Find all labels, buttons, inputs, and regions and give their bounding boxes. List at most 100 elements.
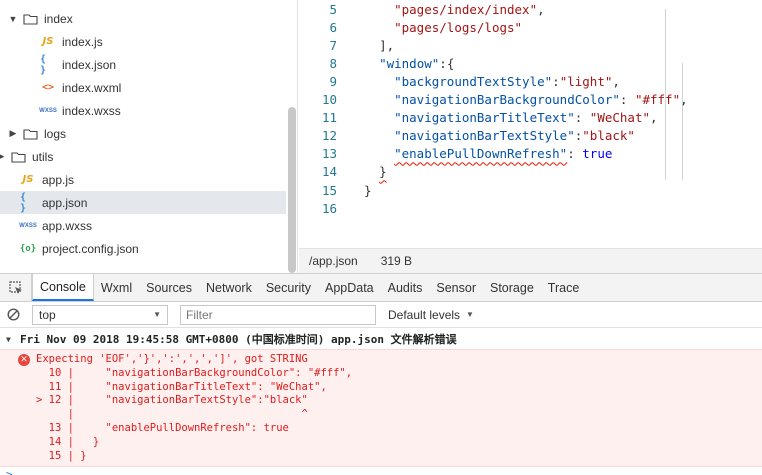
- code-text: "pages/logs/logs": [394, 19, 523, 35]
- console-prompt[interactable]: >: [6, 468, 13, 475]
- tree-file[interactable]: { } app.json: [0, 191, 286, 214]
- error-line: Expecting 'EOF','}',':',',',']', got STR…: [36, 353, 308, 365]
- status-file-size: 319 B: [380, 254, 413, 268]
- log-levels-label: Default levels: [388, 307, 461, 322]
- folder-icon: [10, 150, 26, 164]
- error-line: 15 | }: [36, 449, 87, 462]
- js-file-icon: JS: [22, 174, 34, 185]
- folder-open-icon: [22, 12, 38, 26]
- line-number: 13: [321, 146, 337, 162]
- tree-item-label: index.json: [62, 57, 117, 72]
- error-line: 11 | "navigationBarTitleText": "WeChat",: [36, 380, 327, 393]
- code-editor[interactable]: 5 "pages/index/index", 6 "pages/logs/logs…: [299, 0, 762, 248]
- code-line[interactable]: 15}: [299, 181, 762, 199]
- code-line[interactable]: 12 "navigationBarTextStyle":"black": [299, 127, 762, 145]
- error-icon: ✕: [18, 354, 30, 366]
- code-line[interactable]: 7 ],: [299, 36, 762, 54]
- clear-console-icon[interactable]: [0, 302, 26, 328]
- filter-input[interactable]: [180, 304, 376, 325]
- code-text: }: [364, 182, 372, 198]
- tab-wxml[interactable]: Wxml: [94, 274, 139, 301]
- tree-file[interactable]: WXSS app.wxss: [0, 214, 288, 237]
- code-text: }: [379, 164, 387, 180]
- file-tree-scrollbar[interactable]: [288, 107, 296, 273]
- tree-item-label: app.wxss: [42, 218, 93, 233]
- line-number: 11: [321, 110, 337, 126]
- log-entry-header[interactable]: ▼ Fri Nov 09 2018 19:45:58 GMT+0800 (中国标…: [0, 330, 762, 348]
- line-number: 12: [321, 128, 337, 144]
- tree-item-label: index.wxml: [62, 80, 122, 95]
- context-value: top: [39, 307, 56, 322]
- tab-sensor[interactable]: Sensor: [429, 274, 483, 301]
- chevron-right-icon[interactable]: ▶: [0, 151, 6, 162]
- code-line[interactable]: 13 "enablePullDownRefresh": true: [299, 145, 762, 163]
- wxss-file-icon: WXSS: [39, 107, 57, 114]
- tree-folder[interactable]: ▶ logs: [0, 122, 288, 145]
- tab-audits[interactable]: Audits: [381, 274, 430, 301]
- line-number: 8: [329, 55, 337, 71]
- line-number: 5: [329, 1, 337, 17]
- top-pane: ▼ index JS index.js { } index.json <> index.wxm…: [0, 0, 762, 273]
- chevron-down-icon[interactable]: ▼: [8, 14, 18, 24]
- error-line: 10 | "navigationBarBackgroundColor": "#f…: [36, 366, 353, 379]
- code-line[interactable]: 16: [299, 199, 762, 217]
- chevron-right-icon[interactable]: ▶: [8, 128, 18, 139]
- expand-triangle-icon[interactable]: ▼: [6, 335, 20, 344]
- wxss-file-icon: WXSS: [19, 222, 37, 229]
- code-line[interactable]: 14 }: [299, 163, 762, 181]
- code-line[interactable]: 9 "backgroundTextStyle":"light",: [299, 72, 762, 90]
- tree-item-label: index: [44, 11, 73, 26]
- wxml-file-icon: <>: [41, 82, 55, 93]
- line-number: 6: [329, 19, 337, 35]
- editor-status-bar: /app.json 319 B: [299, 248, 762, 273]
- line-number: 9: [329, 73, 337, 89]
- tab-storage[interactable]: Storage: [483, 274, 541, 301]
- js-file-icon: JS: [42, 36, 54, 47]
- log-levels-dropdown[interactable]: Default levels ▼: [388, 308, 474, 322]
- code-line[interactable]: 5 "pages/index/index",: [299, 0, 762, 18]
- tab-network[interactable]: Network: [199, 274, 259, 301]
- inspect-element-icon[interactable]: [0, 274, 32, 301]
- tree-file[interactable]: {o} project.config.json: [0, 237, 288, 260]
- line-number: 15: [321, 182, 337, 198]
- console-output: ▼ Fri Nov 09 2018 19:45:58 GMT+0800 (中国标…: [0, 328, 762, 475]
- code-text: "navigationBarTextStyle":"black": [394, 128, 635, 144]
- tree-item-label: index.wxss: [62, 103, 121, 118]
- tree-item-label: logs: [44, 126, 67, 141]
- code-text: "navigationBarBackgroundColor": "#fff",: [394, 92, 688, 107]
- tree-folder[interactable]: ▶ utils: [0, 145, 288, 168]
- tab-trace[interactable]: Trace: [541, 274, 587, 301]
- tree-file[interactable]: JS index.js: [0, 30, 288, 53]
- code-text: "pages/index/index",: [394, 1, 545, 17]
- tree-item-label: app.json: [42, 195, 88, 210]
- code-text: "backgroundTextStyle":"light",: [394, 73, 620, 89]
- tree-folder[interactable]: ▼ index: [0, 7, 288, 30]
- tree-file[interactable]: WXSS index.wxss: [0, 99, 288, 122]
- context-select[interactable]: top ▼: [32, 304, 168, 325]
- code-line[interactable]: 6 "pages/logs/logs": [299, 18, 762, 36]
- tab-console[interactable]: Console: [32, 274, 94, 301]
- console-toolbar: top ▼ Default levels ▼: [0, 302, 762, 328]
- tree-item-label: app.js: [42, 172, 75, 187]
- devtools-tabbar: Console Wxml Sources Network Security AppData…: [0, 274, 762, 302]
- tree-file[interactable]: <> index.wxml: [0, 76, 288, 99]
- error-line: 13 | "enablePullDownRefresh": true: [36, 422, 289, 434]
- line-number: 16: [321, 200, 337, 216]
- line-number: 14: [321, 164, 337, 180]
- chevron-down-icon: ▼: [466, 310, 474, 319]
- tree-file[interactable]: { } index.json: [0, 53, 288, 76]
- tab-security[interactable]: Security: [259, 274, 318, 301]
- json-file-icon: { }: [40, 53, 47, 76]
- code-line[interactable]: 10 "navigationBarBackgroundColor": "#fff…: [299, 91, 762, 109]
- code-line[interactable]: 11 "navigationBarTitleText": "WeChat",: [299, 109, 762, 127]
- devtools-panel: Console Wxml Sources Network Security AppData…: [0, 273, 762, 475]
- code-text: ],: [379, 37, 395, 53]
- tree-file[interactable]: JS app.js: [0, 168, 288, 191]
- json-file-icon: { }: [20, 191, 27, 214]
- status-file-path: /app.json: [309, 254, 358, 268]
- tab-sources[interactable]: Sources: [139, 274, 199, 301]
- code-line[interactable]: 8 "window":{: [299, 54, 762, 72]
- tab-appdata[interactable]: AppData: [318, 274, 381, 301]
- log-entry-message: Fri Nov 09 2018 19:45:58 GMT+0800 (中国标准时…: [20, 333, 457, 346]
- code-text: "window":{: [379, 55, 455, 71]
